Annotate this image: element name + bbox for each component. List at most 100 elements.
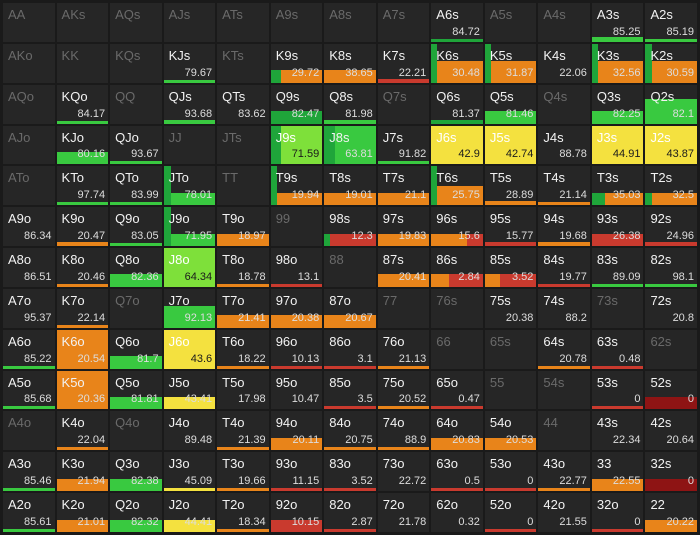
hand-cell-43s[interactable]: 43s 22.34 <box>591 411 644 451</box>
hand-cell-j7o[interactable]: J7o 92.13 <box>163 288 216 328</box>
hand-cell-55[interactable]: 55 <box>484 370 537 410</box>
hand-cell-j5s[interactable]: J5s 42.74 <box>484 125 537 165</box>
hand-cell-jto[interactable]: JTo 78.01 <box>163 166 216 206</box>
hand-cell-k3o[interactable]: K3o 21.94 <box>56 452 109 492</box>
hand-cell-a5s[interactable]: A5s <box>484 3 537 42</box>
hand-cell-q6o[interactable]: Q6o 81.7 <box>110 329 162 369</box>
hand-cell-85s[interactable]: 85s 3.52 <box>484 248 537 287</box>
hand-cell-94o[interactable]: 94o 20.11 <box>270 411 323 451</box>
hand-cell-t6o[interactable]: T6o 18.22 <box>217 329 269 369</box>
hand-cell-k9s[interactable]: K9s 29.72 <box>270 43 323 83</box>
hand-cell-53o[interactable]: 53o 0 <box>484 452 537 492</box>
hand-cell-t6s[interactable]: T6s 25.75 <box>431 166 483 206</box>
hand-cell-t8s[interactable]: T8s 19.01 <box>324 166 376 206</box>
hand-cell-72s[interactable]: 72s 20.8 <box>645 288 697 328</box>
hand-cell-98s[interactable]: 98s 12.3 <box>324 207 376 247</box>
hand-cell-42s[interactable]: 42s 20.64 <box>645 411 697 451</box>
hand-cell-93s[interactable]: 93s 26.38 <box>591 207 644 247</box>
hand-cell-k5s[interactable]: K5s 31.87 <box>484 43 537 83</box>
hand-cell-a3s[interactable]: A3s 85.25 <box>591 3 644 42</box>
hand-cell-k3s[interactable]: K3s 32.56 <box>591 43 644 83</box>
hand-cell-aa[interactable]: AA <box>3 3 55 42</box>
hand-cell-kqs[interactable]: KQs <box>110 43 162 83</box>
hand-cell-kqo[interactable]: KQo 84.17 <box>56 84 109 124</box>
hand-cell-92o[interactable]: 92o 10.15 <box>270 493 323 532</box>
hand-cell-q8s[interactable]: Q8s 81.98 <box>324 84 376 124</box>
hand-cell-qq[interactable]: QQ <box>110 84 162 124</box>
hand-cell-q3s[interactable]: Q3s 82.25 <box>591 84 644 124</box>
hand-cell-22[interactable]: 22 20.22 <box>645 493 697 532</box>
hand-cell-75s[interactable]: 75s 20.38 <box>484 288 537 328</box>
hand-cell-ajo[interactable]: AJo <box>3 125 55 165</box>
hand-cell-ato[interactable]: ATo <box>3 166 55 206</box>
hand-cell-k5o[interactable]: K5o 20.36 <box>56 370 109 410</box>
hand-cell-aks[interactable]: AKs <box>56 3 109 42</box>
hand-cell-a6s[interactable]: A6s 84.72 <box>431 3 483 42</box>
hand-cell-t3s[interactable]: T3s 35.03 <box>591 166 644 206</box>
hand-cell-qts[interactable]: QTs 83.62 <box>217 84 269 124</box>
hand-cell-93o[interactable]: 93o 11.15 <box>270 452 323 492</box>
hand-cell-t5o[interactable]: T5o 17.98 <box>217 370 269 410</box>
hand-cell-54o[interactable]: 54o 20.53 <box>484 411 537 451</box>
hand-cell-ajs[interactable]: AJs <box>163 3 216 42</box>
hand-cell-j2o[interactable]: J2o 44.41 <box>163 493 216 532</box>
hand-cell-j2s[interactable]: J2s 43.87 <box>645 125 697 165</box>
hand-cell-a3o[interactable]: A3o 85.46 <box>3 452 55 492</box>
hand-cell-t2o[interactable]: T2o 18.34 <box>217 493 269 532</box>
hand-cell-87o[interactable]: 87o 20.67 <box>324 288 376 328</box>
hand-cell-q4o[interactable]: Q4o <box>110 411 162 451</box>
hand-cell-aqo[interactable]: AQo <box>3 84 55 124</box>
hand-cell-a4o[interactable]: A4o <box>3 411 55 451</box>
hand-cell-t8o[interactable]: T8o 18.78 <box>217 248 269 287</box>
hand-cell-97s[interactable]: 97s 19.83 <box>377 207 430 247</box>
hand-cell-k6s[interactable]: K6s 30.48 <box>431 43 483 83</box>
hand-cell-j3s[interactable]: J3s 44.91 <box>591 125 644 165</box>
hand-cell-42o[interactable]: 42o 21.55 <box>538 493 590 532</box>
hand-cell-qjo[interactable]: QJo 93.67 <box>110 125 162 165</box>
hand-cell-65o[interactable]: 65o 0.47 <box>431 370 483 410</box>
hand-cell-76s[interactable]: 76s <box>431 288 483 328</box>
hand-cell-t9s[interactable]: T9s 19.94 <box>270 166 323 206</box>
hand-cell-q2s[interactable]: Q2s 82.1 <box>645 84 697 124</box>
hand-cell-j8o[interactable]: J8o 64.34 <box>163 248 216 287</box>
hand-cell-62s[interactable]: 62s <box>645 329 697 369</box>
hand-cell-44[interactable]: 44 <box>538 411 590 451</box>
hand-cell-65s[interactable]: 65s <box>484 329 537 369</box>
hand-cell-a4s[interactable]: A4s <box>538 3 590 42</box>
hand-cell-96o[interactable]: 96o 10.13 <box>270 329 323 369</box>
hand-cell-k8o[interactable]: K8o 20.46 <box>56 248 109 287</box>
hand-cell-j3o[interactable]: J3o 45.09 <box>163 452 216 492</box>
hand-cell-q5s[interactable]: Q5s 81.46 <box>484 84 537 124</box>
hand-cell-52s[interactable]: 52s 0 <box>645 370 697 410</box>
hand-cell-aqs[interactable]: AQs <box>110 3 162 42</box>
hand-cell-88[interactable]: 88 <box>324 248 376 287</box>
hand-cell-64o[interactable]: 64o 20.83 <box>431 411 483 451</box>
hand-cell-j7s[interactable]: J7s 91.82 <box>377 125 430 165</box>
hand-cell-83o[interactable]: 83o 3.52 <box>324 452 376 492</box>
hand-cell-j5o[interactable]: J5o 43.41 <box>163 370 216 410</box>
hand-cell-a8s[interactable]: A8s <box>324 3 376 42</box>
hand-cell-73s[interactable]: 73s <box>591 288 644 328</box>
hand-cell-k2o[interactable]: K2o 21.01 <box>56 493 109 532</box>
hand-cell-k4s[interactable]: K4s 22.06 <box>538 43 590 83</box>
hand-cell-j9o[interactable]: J9o 71.95 <box>163 207 216 247</box>
hand-cell-53s[interactable]: 53s 0 <box>591 370 644 410</box>
hand-cell-qjs[interactable]: QJs 93.68 <box>163 84 216 124</box>
hand-cell-j4s[interactable]: J4s 88.78 <box>538 125 590 165</box>
hand-cell-t9o[interactable]: T9o 18.97 <box>217 207 269 247</box>
hand-cell-q9o[interactable]: Q9o 83.05 <box>110 207 162 247</box>
hand-cell-a9s[interactable]: A9s <box>270 3 323 42</box>
hand-cell-j8s[interactable]: J8s 63.81 <box>324 125 376 165</box>
hand-cell-k9o[interactable]: K9o 20.47 <box>56 207 109 247</box>
hand-cell-66[interactable]: 66 <box>431 329 483 369</box>
hand-cell-54s[interactable]: 54s <box>538 370 590 410</box>
hand-cell-92s[interactable]: 92s 24.96 <box>645 207 697 247</box>
hand-cell-64s[interactable]: 64s 20.78 <box>538 329 590 369</box>
hand-cell-k7o[interactable]: K7o 22.14 <box>56 288 109 328</box>
hand-cell-32o[interactable]: 32o 0 <box>591 493 644 532</box>
hand-cell-kto[interactable]: KTo 97.74 <box>56 166 109 206</box>
hand-cell-a6o[interactable]: A6o 85.22 <box>3 329 55 369</box>
hand-cell-j6o[interactable]: J6o 43.6 <box>163 329 216 369</box>
hand-cell-q7o[interactable]: Q7o <box>110 288 162 328</box>
hand-cell-ats[interactable]: ATs <box>217 3 269 42</box>
